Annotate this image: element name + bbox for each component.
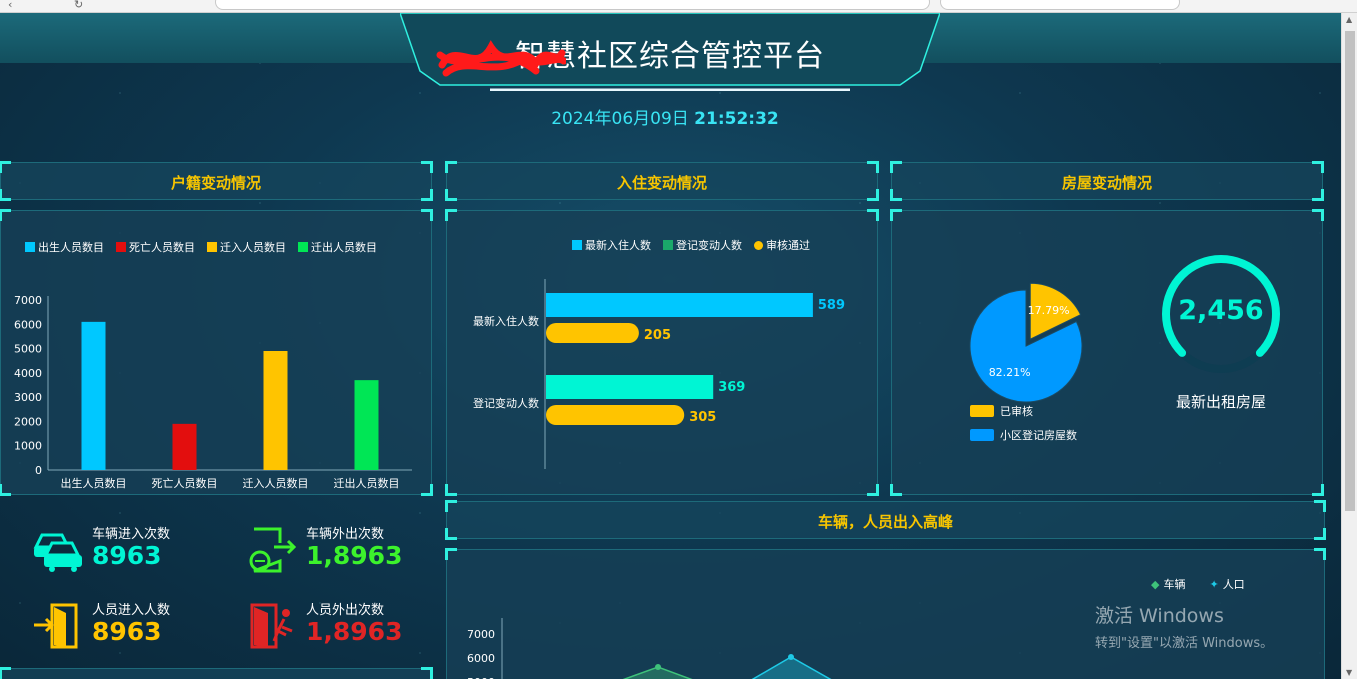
bar — [546, 375, 714, 399]
stat-value: 8963 — [92, 541, 162, 570]
car-icon — [33, 533, 82, 572]
panel-hukou: 出生人员数目 死亡人员数目 迁入人员数目 迁出人员数目 0 1000 2000 300… — [0, 209, 433, 496]
legend-swatch — [970, 429, 994, 441]
pie-value-label: 82.21% — [989, 366, 1031, 379]
y-tick-label: 7000 — [14, 294, 42, 307]
y-tick-label: 0 — [35, 464, 42, 477]
stat-car-in: 车辆进入次数 8963 — [32, 521, 232, 581]
door-exit-icon — [250, 603, 293, 649]
y-tick-label: 最新入住人数 — [473, 314, 539, 328]
bar — [81, 321, 106, 470]
stat-car-out: 车辆外出次数 1,8963 — [246, 521, 446, 581]
legend-label: 小区登记房屋数 — [1000, 429, 1077, 442]
stat-label: 车辆进入次数 — [92, 527, 171, 542]
scrollbar-thumb[interactable] — [1345, 31, 1355, 511]
y-tick-label: 6000 — [14, 318, 42, 331]
stat-person-in: 人员进入人数 8963 — [32, 597, 232, 657]
door-enter-icon — [34, 603, 78, 649]
legend-label: 已审核 — [1000, 405, 1033, 418]
scroll-down-icon[interactable]: ▼ — [1346, 668, 1352, 677]
y-tick-label: 1000 — [14, 440, 42, 453]
redaction-scribble — [436, 40, 566, 77]
line-point — [788, 654, 794, 660]
legend-swatch — [970, 405, 994, 417]
line-point — [655, 664, 661, 670]
stat-label: 人员外出次数 — [306, 603, 385, 618]
y-tick-label: 7000 — [467, 628, 495, 641]
browser-search-input[interactable] — [940, 0, 1180, 10]
pie-value-label: 17.79% — [1028, 304, 1070, 317]
bar-value-label: 205 — [644, 328, 671, 343]
ruzhu-bar-chart: 最新入住人数 589 205 登记变动人数 369305 — [473, 279, 845, 469]
bar — [263, 351, 288, 470]
panel-header-ruzhu: 入住变动情况 — [445, 161, 879, 201]
back-icon[interactable]: ‹ — [8, 0, 12, 11]
panel-title-hukou: 户籍变动情况 — [170, 174, 261, 192]
panel-header-fangwu: 房屋变动情况 — [890, 161, 1324, 201]
stat-label: 人员进入人数 — [92, 603, 171, 618]
panel-header-hukou: 户籍变动情况 — [0, 161, 433, 201]
panel-title-ruzhu: 入住变动情况 — [616, 174, 707, 192]
address-bar[interactable] — [215, 0, 930, 10]
scroll-up-icon[interactable]: ▲ — [1346, 15, 1352, 24]
hukou-bar-chart: 0 1000 2000 3000 4000 5000 6000 7000 出生人员数目 死亡人员数… — [14, 294, 412, 490]
bar-value-label: 305 — [689, 410, 716, 425]
x-tick-label: 出生人员数目 — [61, 476, 127, 490]
panel-title-peak: 车辆，人员出入高峰 — [817, 513, 953, 531]
watermark-subtitle: 转到"设置"以激活 Windows。 — [1095, 636, 1274, 651]
y-tick-label: 6000 — [467, 652, 495, 665]
browser-toolbar: ‹ ↻ — [0, 0, 1357, 13]
rental-value: 2,456 — [1178, 295, 1264, 326]
x-tick-label: 死亡人员数目 — [152, 476, 218, 490]
rental-label: 最新出租房屋 — [1175, 393, 1266, 411]
y-tick-label: 4000 — [14, 367, 42, 380]
bar — [354, 380, 379, 470]
bar — [172, 423, 197, 470]
time-text: 21:52:32 — [694, 109, 779, 129]
datetime-display: 2024年06月09日 21:52:32 — [460, 104, 870, 129]
stat-label: 车辆外出次数 — [306, 527, 385, 542]
windows-activation-watermark: 激活 Windows 转到"设置"以激活 Windows。 — [1095, 601, 1273, 651]
panel-header-peak: 车辆，人员出入高峰 — [445, 500, 1326, 540]
series-area-people — [753, 657, 830, 679]
panel-title-fangwu: 房屋变动情况 — [1061, 174, 1152, 192]
watermark-title: 激活 Windows — [1095, 605, 1224, 627]
bar-value-label: 589 — [818, 298, 845, 313]
x-tick-label: 迁出人员数目 — [334, 476, 400, 490]
dashboard: 智慧社区综合管控平台 2024年06月09日 21:52:32 户籍变动情况 入… — [0, 13, 1341, 679]
stat-person-out: 人员外出次数 1,8963 — [246, 597, 446, 657]
y-tick-label: 2000 — [14, 415, 42, 428]
bar — [546, 405, 685, 425]
panel-fangwu: 17.79% 82.21% 已审核 小区登记房屋数 2,456 最新出租房屋 — [890, 209, 1324, 496]
x-tick-label: 迁入人员数目 — [243, 477, 309, 490]
reload-icon[interactable]: ↻ — [74, 0, 83, 11]
bar-value-label: 369 — [718, 380, 745, 395]
bar — [546, 323, 639, 343]
panel-ruzhu: 最新入住人数 登记变动人数 审核通过 最新入住人数 589 205 登记变动人数 369… — [445, 209, 879, 496]
y-tick-label: 登记变动人数 — [473, 396, 539, 410]
y-tick-label: 5000 — [14, 343, 42, 356]
stat-value: 1,8963 — [306, 617, 403, 646]
legend-item[interactable]: 已审核 — [970, 403, 1077, 419]
y-tick-label: 3000 — [14, 391, 42, 404]
stat-value: 1,8963 — [306, 541, 403, 570]
bar — [546, 293, 813, 317]
pie-legend: 已审核 小区登记房屋数 — [970, 403, 1077, 443]
legend-item[interactable]: 小区登记房屋数 — [970, 427, 1077, 443]
date-text: 2024年06月09日 — [551, 109, 689, 129]
car-exit-icon — [249, 527, 297, 573]
page-scrollbar[interactable]: ▲ ▼ — [1341, 13, 1357, 679]
stat-value: 8963 — [92, 617, 162, 646]
panel-header-bottom-left — [0, 667, 433, 679]
